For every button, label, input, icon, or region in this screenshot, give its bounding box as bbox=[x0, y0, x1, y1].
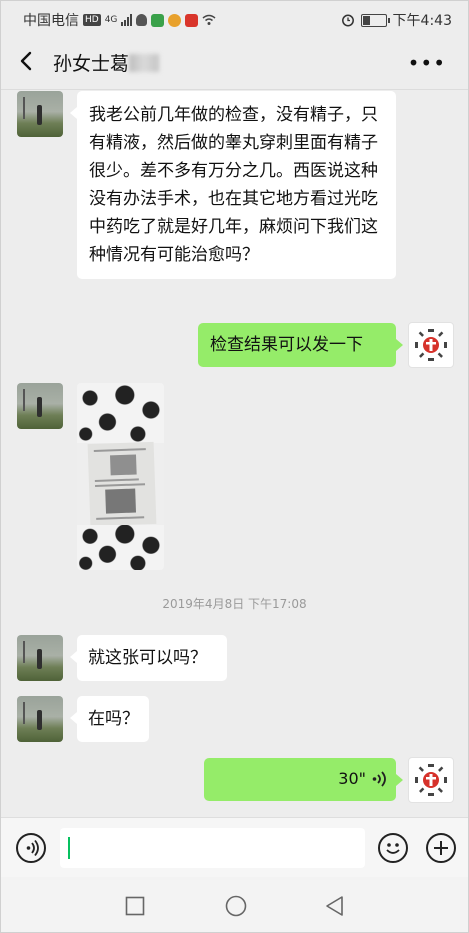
voice-mode-icon[interactable] bbox=[16, 833, 46, 863]
image-report-paper bbox=[87, 441, 157, 527]
message-image[interactable] bbox=[77, 383, 164, 570]
message-bubble-incoming[interactable]: 在吗？ bbox=[77, 696, 149, 742]
image-fabric-bottom bbox=[77, 525, 164, 570]
emoji-icon[interactable] bbox=[378, 833, 408, 863]
text-cursor bbox=[68, 837, 70, 859]
bubble-tail bbox=[396, 339, 403, 351]
contact-name: 孙女士葛 bbox=[53, 53, 130, 75]
phone-screen: 中国电信 HD 4G 下午4:43 孙女士葛 ••• 我老公前几年做的检查，没有… bbox=[0, 0, 469, 933]
carrier-label: 中国电信 bbox=[23, 13, 79, 29]
battery-icon bbox=[360, 13, 390, 27]
circle-nav-icon[interactable] bbox=[225, 895, 247, 917]
blurred-name-part bbox=[129, 54, 160, 72]
bubble-tail bbox=[396, 774, 403, 786]
wifi-icon bbox=[202, 14, 216, 25]
system-nav-bar bbox=[1, 877, 468, 932]
signal-icon bbox=[121, 14, 133, 26]
more-options-icon[interactable]: ••• bbox=[408, 51, 446, 75]
clinic-logo-icon bbox=[415, 764, 447, 796]
message-input[interactable] bbox=[60, 828, 365, 868]
bubble-tail bbox=[70, 107, 77, 119]
message-bubble-incoming[interactable]: 我老公前几年做的检查，没有精子，只有精液，然后做的睾丸穿刺里面有精子很少。差不多… bbox=[77, 91, 396, 279]
contact-avatar[interactable] bbox=[17, 91, 63, 137]
alarm-icon bbox=[341, 14, 354, 27]
bubble-tail bbox=[70, 651, 77, 663]
hd-badge: HD bbox=[83, 14, 101, 26]
app-notification-icon bbox=[151, 13, 165, 27]
doctor-avatar[interactable] bbox=[408, 757, 454, 803]
triangle-nav-icon[interactable] bbox=[324, 895, 346, 917]
image-fabric-top bbox=[77, 383, 164, 443]
notification-bell-icon bbox=[136, 14, 148, 26]
contact-avatar[interactable] bbox=[17, 383, 63, 429]
message-bubble-outgoing[interactable]: 检查结果可以发一下 bbox=[198, 323, 396, 367]
clock: 下午4:43 bbox=[392, 13, 452, 29]
weibo-icon bbox=[168, 13, 182, 27]
plus-icon[interactable] bbox=[426, 833, 456, 863]
contact-avatar[interactable] bbox=[17, 696, 63, 742]
chat-title: 孙女士葛 bbox=[53, 49, 160, 76]
chat-header: 孙女士葛 ••• bbox=[1, 35, 468, 90]
voice-message-bubble[interactable]: 30" bbox=[204, 758, 396, 801]
clinic-logo-icon bbox=[415, 329, 447, 361]
message-text: 我老公前几年做的检查，没有精子，只有精液，然后做的睾丸穿刺里面有精子很少。差不多… bbox=[89, 105, 378, 265]
message-bubble-incoming[interactable]: 就这张可以吗？ bbox=[77, 635, 227, 681]
message-text: 就这张可以吗？ bbox=[88, 648, 207, 668]
contact-avatar[interactable] bbox=[17, 635, 63, 681]
input-bar bbox=[1, 817, 468, 878]
app-red-icon bbox=[185, 13, 199, 27]
chat-timestamp: 2019年4月8日 下午17:08 bbox=[162, 597, 307, 611]
status-bar: 中国电信 HD 4G 下午4:43 bbox=[1, 1, 468, 35]
doctor-avatar[interactable] bbox=[408, 322, 454, 368]
voice-duration: 30" bbox=[338, 769, 366, 788]
message-text: 在吗？ bbox=[88, 709, 139, 729]
network-type: 4G bbox=[104, 15, 118, 25]
message-text: 检查结果可以发一下 bbox=[210, 335, 363, 355]
voice-wave-icon bbox=[372, 771, 386, 787]
bubble-tail bbox=[70, 712, 77, 724]
square-nav-icon[interactable] bbox=[125, 896, 145, 916]
back-arrow-icon[interactable] bbox=[15, 49, 39, 73]
